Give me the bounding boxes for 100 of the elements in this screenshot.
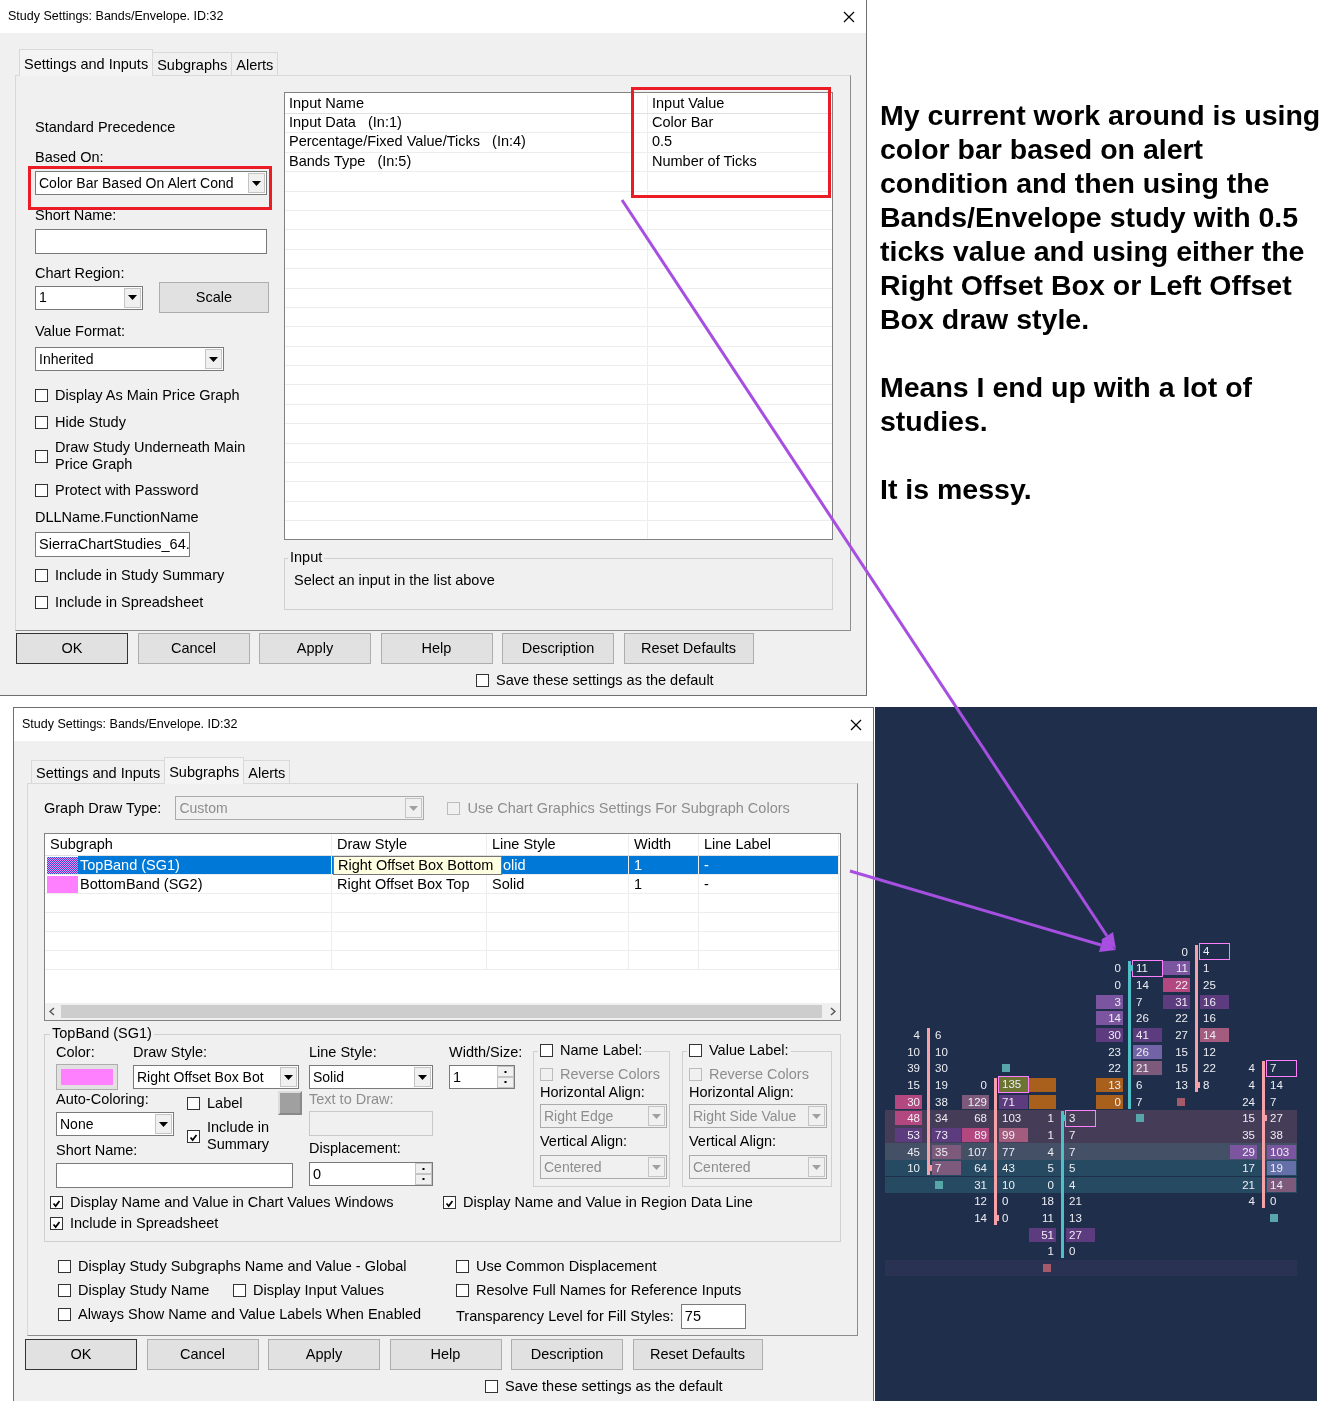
dropdown[interactable]: Right Offset Box Bot [133, 1065, 299, 1089]
caret-icon[interactable] [418, 1074, 427, 1080]
field-label: Horizontal Align: [540, 1084, 646, 1101]
spin-field[interactable]: 1 [449, 1065, 515, 1089]
bid-volume: 17 [1241, 1161, 1256, 1176]
text-field[interactable] [35, 229, 267, 254]
tab[interactable]: Subgraphs [152, 52, 233, 75]
checkbox[interactable] [187, 1096, 200, 1110]
ask-volume: 38 [934, 1094, 949, 1109]
text-field[interactable] [56, 1163, 293, 1188]
checkbox[interactable] [35, 389, 48, 402]
close-icon[interactable] [843, 10, 855, 23]
checkbox[interactable] [456, 1259, 469, 1273]
text-field[interactable]: 75 [680, 1303, 746, 1329]
dialog-button[interactable]: Cancel [146, 1339, 259, 1370]
checkbox[interactable] [476, 674, 489, 687]
table-cell[interactable]: Color Bar [648, 114, 714, 133]
dialog-button[interactable]: Help [380, 633, 493, 664]
spin-field[interactable]: 0 [309, 1162, 433, 1186]
caret-icon[interactable] [284, 1074, 293, 1080]
dialog-button[interactable]: OK [16, 633, 128, 664]
field-label: Chart Region: [35, 265, 126, 282]
tab[interactable]: Settings and Inputs [31, 760, 166, 783]
bid-volume: 0 [1113, 978, 1122, 992]
cell-editor[interactable]: Right Offset Box Bottom [333, 856, 502, 875]
field-label: Auto-Coloring: [56, 1091, 150, 1108]
checkbox[interactable] [35, 449, 48, 463]
checkbox[interactable] [187, 1129, 200, 1143]
ask-volume: 8 [1202, 1077, 1211, 1092]
ask-volume: 10 [1001, 1177, 1016, 1192]
ask-volume: 7 [1269, 1094, 1278, 1109]
caret-icon[interactable] [128, 295, 137, 300]
checkbox[interactable] [35, 484, 48, 497]
dialog-button[interactable]: Help [389, 1339, 502, 1370]
close-icon[interactable] [850, 718, 862, 731]
dropdown[interactable]: None [56, 1112, 174, 1136]
ask-volume: 21 [1068, 1194, 1083, 1209]
bid-volume: 0 [1096, 1094, 1123, 1109]
caret-icon[interactable] [209, 356, 218, 362]
caret-icon[interactable] [252, 180, 261, 186]
dialog-button[interactable]: Cancel [137, 633, 250, 664]
checkbox[interactable] [689, 1044, 702, 1057]
table-cell[interactable]: Input Data (In:1) [285, 114, 648, 133]
spin-arrows-icon[interactable] [415, 1163, 432, 1185]
table-cell: - [704, 875, 709, 893]
bid-volume: 68 [973, 1111, 988, 1126]
field-label: Short Name: [35, 207, 118, 224]
dialog-button[interactable]: Description [502, 633, 614, 664]
bid-volume: 13 [1096, 1077, 1123, 1092]
checkbox[interactable] [58, 1307, 71, 1321]
checkbox-label: Label [207, 1094, 243, 1112]
checkbox[interactable] [50, 1196, 63, 1209]
color-picker-button[interactable] [56, 1064, 118, 1090]
checkbox-label: Display Input Values [253, 1281, 385, 1299]
table-row[interactable]: TopBand (SG1) Right Offset Box Bottom olid 1 - [45, 856, 840, 875]
spin-arrows-icon[interactable] [497, 1066, 514, 1088]
checkbox[interactable] [456, 1283, 469, 1297]
dropdown[interactable]: Color Bar Based On Alert Cond [35, 171, 267, 195]
bid-volume: 22 [1174, 1011, 1189, 1026]
field-label: Based On: [35, 149, 105, 166]
tab[interactable]: Alerts [231, 52, 279, 75]
ask-volume: 26 [1135, 1011, 1150, 1026]
ask-volume: 77 [1001, 1144, 1016, 1159]
field-label: Line Style: [309, 1044, 378, 1061]
ask-volume: 71 [999, 1094, 1028, 1109]
table-cell[interactable]: Number of Ticks [648, 152, 757, 172]
caret-icon[interactable] [159, 1121, 168, 1127]
table-cell[interactable]: Bands Type (In:5) [285, 152, 648, 172]
checkbox[interactable] [35, 569, 48, 582]
dialog-button[interactable]: Reset Defaults [623, 633, 754, 664]
checkbox[interactable] [50, 1217, 63, 1230]
checkbox[interactable] [233, 1283, 246, 1297]
dialog-button[interactable]: Apply [259, 633, 371, 664]
checkbox[interactable] [540, 1044, 553, 1057]
tab[interactable]: Subgraphs [164, 757, 245, 784]
checkbox[interactable] [35, 596, 48, 609]
checkbox[interactable] [35, 416, 48, 429]
dropdown[interactable]: 1 [35, 285, 143, 310]
tab[interactable]: Settings and Inputs [19, 49, 154, 76]
dialog-button[interactable]: Apply [268, 1339, 380, 1370]
checkbox[interactable] [58, 1283, 71, 1297]
dialog-button[interactable]: Reset Defaults [632, 1339, 763, 1370]
bid-volume: 30 [895, 1094, 922, 1109]
dialog-button[interactable]: Description [511, 1339, 623, 1370]
text-field[interactable]: SierraChartStudies_64. [35, 532, 190, 557]
checkbox[interactable] [58, 1259, 71, 1273]
checkbox[interactable] [443, 1196, 456, 1209]
horizontal-scrollbar[interactable] [45, 1003, 840, 1020]
table-cell[interactable]: Percentage/Fixed Value/Ticks (In:4) [285, 133, 648, 152]
field-label: Graph Draw Type: [44, 799, 162, 817]
scale-button[interactable]: Scale [159, 282, 269, 313]
checkbox[interactable] [485, 1380, 498, 1393]
dialog-button[interactable]: OK [25, 1339, 137, 1370]
ask-volume: 19 [934, 1077, 949, 1092]
table-cell[interactable]: 0.5 [648, 133, 673, 152]
tab[interactable]: Alerts [243, 760, 291, 783]
table-row[interactable]: BottomBand (SG2) Right Offset Box Top Solid 1 - [45, 875, 840, 894]
color-swatch[interactable] [278, 1091, 302, 1115]
dropdown[interactable]: Inherited [35, 347, 224, 371]
dropdown[interactable]: Solid [309, 1065, 433, 1089]
